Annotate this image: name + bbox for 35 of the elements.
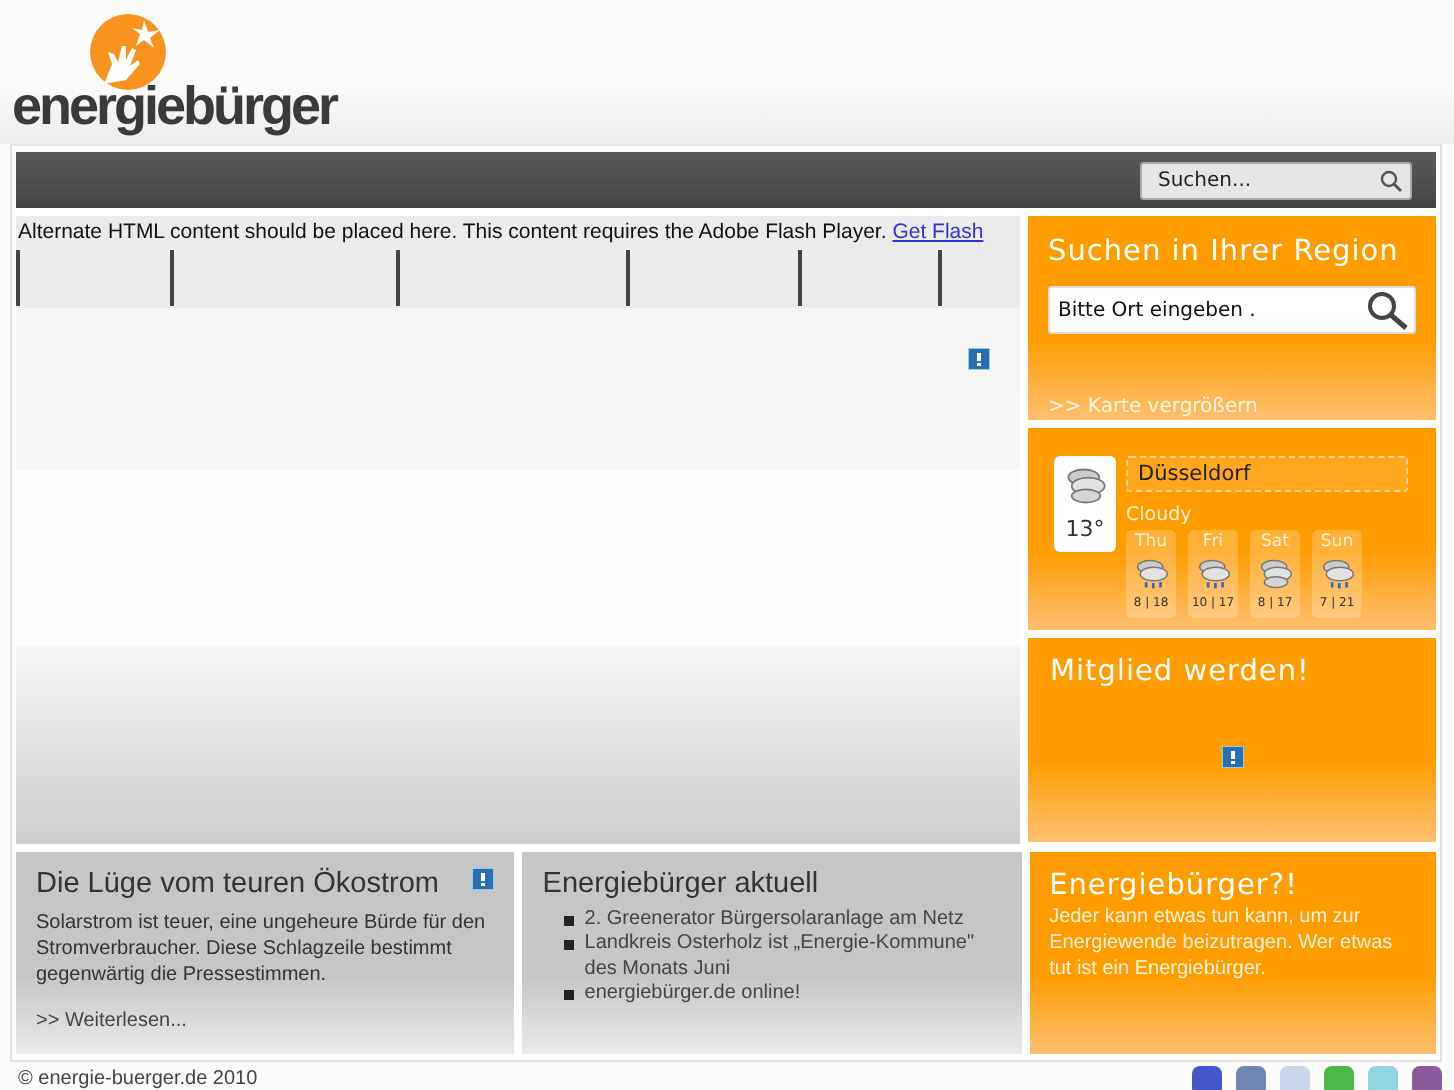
flash-notice: Alternate HTML content should be placed here. This content requires the Adobe Flash Player. Get Flash (16, 216, 1020, 250)
bullet-icon (564, 915, 575, 926)
day-name: Sun (1320, 530, 1354, 556)
cloud-icon (1063, 464, 1107, 508)
article-title: Die Lüge vom teuren Ökostrom (36, 866, 441, 904)
bullet-icon (564, 940, 575, 951)
search-icon[interactable] (1380, 169, 1402, 191)
social-icon[interactable] (1236, 1066, 1266, 1090)
social-icon[interactable] (1412, 1066, 1442, 1090)
article-text: Solarstrom ist teuer, eine ungeheure Bürde für den Stromverbraucher. Diese Schlagzeile bestimmt gegenwärtig die Pressestimmen. (36, 909, 488, 988)
panel-title: Energiebürger?! (1049, 870, 1300, 905)
temperature: 13° (1065, 514, 1105, 546)
news-item[interactable]: 2. Greenerator Bürgersolaranlage am Netz (584, 907, 964, 933)
city-name: Düsseldorf (1126, 456, 1408, 492)
rain-cloud-icon (1133, 556, 1169, 592)
news-title: Energiebürger aktuell (542, 866, 821, 904)
location-field[interactable]: Bitte Ort eingeben . (1048, 286, 1416, 335)
social-icon[interactable] (1192, 1066, 1222, 1090)
search-icon[interactable] (1366, 290, 1410, 331)
cloud-icon (1257, 556, 1293, 592)
news-item[interactable]: energiebürger.de online! (584, 982, 801, 1008)
bullet-icon (564, 990, 575, 1001)
rain-cloud-icon (1319, 556, 1355, 592)
day-name: Thu (1135, 530, 1167, 556)
day-name: Sat (1261, 530, 1289, 556)
weather-condition: Cloudy (1126, 502, 1194, 530)
about-text: Jeder kann etwas tun kann, um zur Energiewende beizutragen. Wer etwas tut ist ein Energiebürger. (1049, 904, 1395, 983)
search-field[interactable]: Suchen... (1140, 161, 1412, 199)
panel-title: Suchen in Ihrer Region (1048, 236, 1401, 271)
day-name: Fri (1202, 530, 1224, 556)
rain-cloud-icon (1195, 556, 1231, 592)
get-flash-link[interactable]: Get Flash (892, 220, 984, 244)
read-more-link[interactable]: >> Weiterlesen... (36, 1006, 187, 1036)
panel-title: Mitglied werden! (1050, 656, 1312, 691)
copyright-text: © energie-buerger.de 2010 (18, 1066, 258, 1090)
